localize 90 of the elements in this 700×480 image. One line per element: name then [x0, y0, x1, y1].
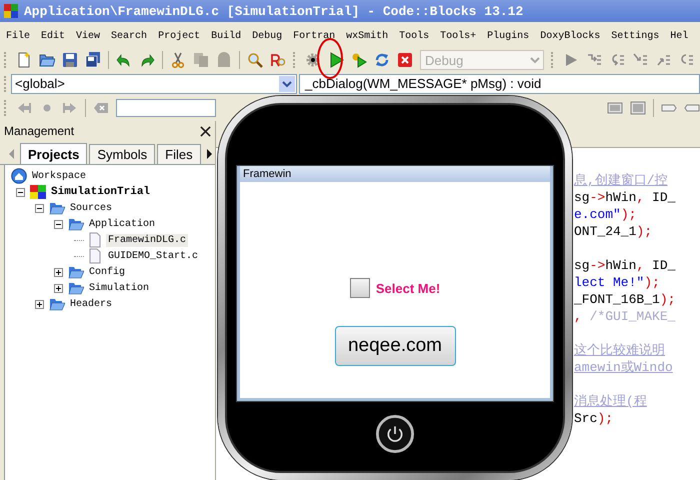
tree-item[interactable]: Headers: [68, 298, 114, 310]
dialog-title: Framewin: [240, 166, 550, 182]
expand-toggle-icon[interactable]: [54, 284, 62, 292]
tree-item[interactable]: FramewinDLG.c: [106, 234, 188, 246]
menu-item[interactable]: Project: [158, 30, 200, 42]
new-file-icon[interactable]: [16, 52, 32, 68]
code-line: 这个比较难说明: [574, 342, 666, 359]
debug-play-icon[interactable]: [563, 52, 579, 68]
tree-item[interactable]: Workspace: [30, 170, 88, 182]
project-icon: [30, 184, 46, 200]
menu-item[interactable]: Debug: [252, 30, 282, 42]
code-line: _FONT_16B_1);: [574, 291, 676, 308]
tree-item[interactable]: SimulationTrial: [49, 185, 152, 199]
expand-toggle-icon[interactable]: [34, 300, 44, 308]
checkbox[interactable]: [350, 278, 370, 298]
folder-icon: [68, 280, 84, 296]
dropdown-caret-icon[interactable]: [279, 76, 295, 92]
menu-item[interactable]: wxSmith: [346, 30, 388, 42]
menu-item[interactable]: Settings: [611, 30, 660, 42]
close-icon[interactable]: [200, 126, 211, 136]
menu-item[interactable]: Hel: [670, 30, 688, 42]
menu-item[interactable]: Build: [211, 30, 242, 42]
redo-icon[interactable]: [139, 52, 155, 68]
search-field[interactable]: [116, 99, 216, 117]
menu-item[interactable]: View: [76, 30, 100, 42]
code-line: amewin或Windo: [574, 359, 674, 376]
folder-icon: [68, 264, 84, 280]
menu-item[interactable]: Edit: [41, 30, 66, 42]
debug-step-icon[interactable]: [678, 52, 694, 68]
code-line: 消息处理(程: [574, 393, 648, 410]
abort-icon[interactable]: [397, 52, 413, 68]
collapse-toggle-icon[interactable]: [34, 204, 44, 212]
menu-item[interactable]: Tools: [399, 30, 430, 42]
tree-item[interactable]: Application: [87, 218, 158, 230]
tree-item[interactable]: Sources: [68, 202, 114, 214]
code-line: sg->hWin, ID_: [574, 257, 676, 274]
menu-item[interactable]: Search: [111, 30, 148, 42]
window-title: Application\FramewinDLG.c [SimulationTrial] - Code::Blocks 13.12: [24, 4, 524, 18]
code-line: Src);: [574, 410, 614, 427]
debug-step-icon[interactable]: [632, 52, 648, 68]
undo-icon[interactable]: [116, 52, 132, 68]
menu-item[interactable]: File: [6, 30, 30, 42]
power-button-icon[interactable]: [376, 415, 414, 453]
scroll-right-icon[interactable]: [206, 148, 214, 160]
build-run-icon[interactable]: [351, 52, 367, 68]
checkbox-label[interactable]: Select Me!: [376, 280, 440, 296]
rebuild-icon[interactable]: [374, 52, 390, 68]
collapse-toggle-icon[interactable]: [54, 220, 62, 228]
app-logo-icon: [3, 3, 19, 19]
code-line: ONT_24_1);: [574, 223, 654, 240]
debug-step-icon[interactable]: [655, 52, 671, 68]
search-icon[interactable]: [247, 52, 263, 68]
tree-item[interactable]: Simulation: [87, 282, 152, 294]
panel-tab[interactable]: Projects: [20, 143, 88, 164]
menu-item[interactable]: Fortran: [293, 30, 336, 42]
home-globe-icon: [11, 168, 27, 184]
panel-tab[interactable]: Files: [157, 144, 201, 164]
cut-icon[interactable]: [170, 52, 186, 68]
expand-toggle-icon[interactable]: [54, 268, 62, 276]
replace-icon[interactable]: [270, 52, 286, 68]
menu-item[interactable]: DoxyBlocks: [540, 30, 600, 42]
highlight-circle: [317, 38, 343, 79]
folder-icon: [49, 296, 65, 312]
code-line: e.com");: [574, 206, 638, 223]
code-line: lect Me!");: [574, 274, 661, 291]
file-icon: [87, 248, 103, 264]
code-line: , /*GUI_MAKE_: [574, 308, 676, 325]
save-icon[interactable]: [62, 52, 78, 68]
website-button[interactable]: neqee.com: [334, 326, 456, 366]
layout-icon[interactable]: [630, 100, 646, 116]
tree-item[interactable]: Config: [87, 266, 128, 278]
folder-icon: [49, 200, 65, 216]
scope-dropdown[interactable]: <global>: [11, 74, 297, 94]
debug-step-icon[interactable]: [586, 52, 602, 68]
menu-item[interactable]: Plugins: [487, 30, 530, 42]
collapse-toggle-icon[interactable]: [16, 188, 24, 196]
open-folder-icon[interactable]: [39, 52, 55, 68]
code-line: sg->hWin, ID_: [574, 189, 676, 206]
tree-item[interactable]: GUIDEMO_Start.c: [106, 250, 200, 262]
folder-icon: [68, 216, 84, 232]
panel-title: Management: [4, 124, 74, 138]
debug-step-icon[interactable]: [609, 52, 625, 68]
code-line: 息,创建窗口/控: [574, 172, 669, 189]
panel-tab[interactable]: Symbols: [89, 144, 156, 164]
function-dropdown[interactable]: _cbDialog(WM_MESSAGE* pMsg) : void: [299, 74, 700, 94]
run-icon[interactable]: [328, 52, 344, 68]
layout-icon[interactable]: [607, 100, 623, 116]
menu-item[interactable]: Tools+: [440, 30, 476, 42]
save-all-icon[interactable]: [85, 52, 101, 68]
file-icon: [87, 232, 103, 248]
